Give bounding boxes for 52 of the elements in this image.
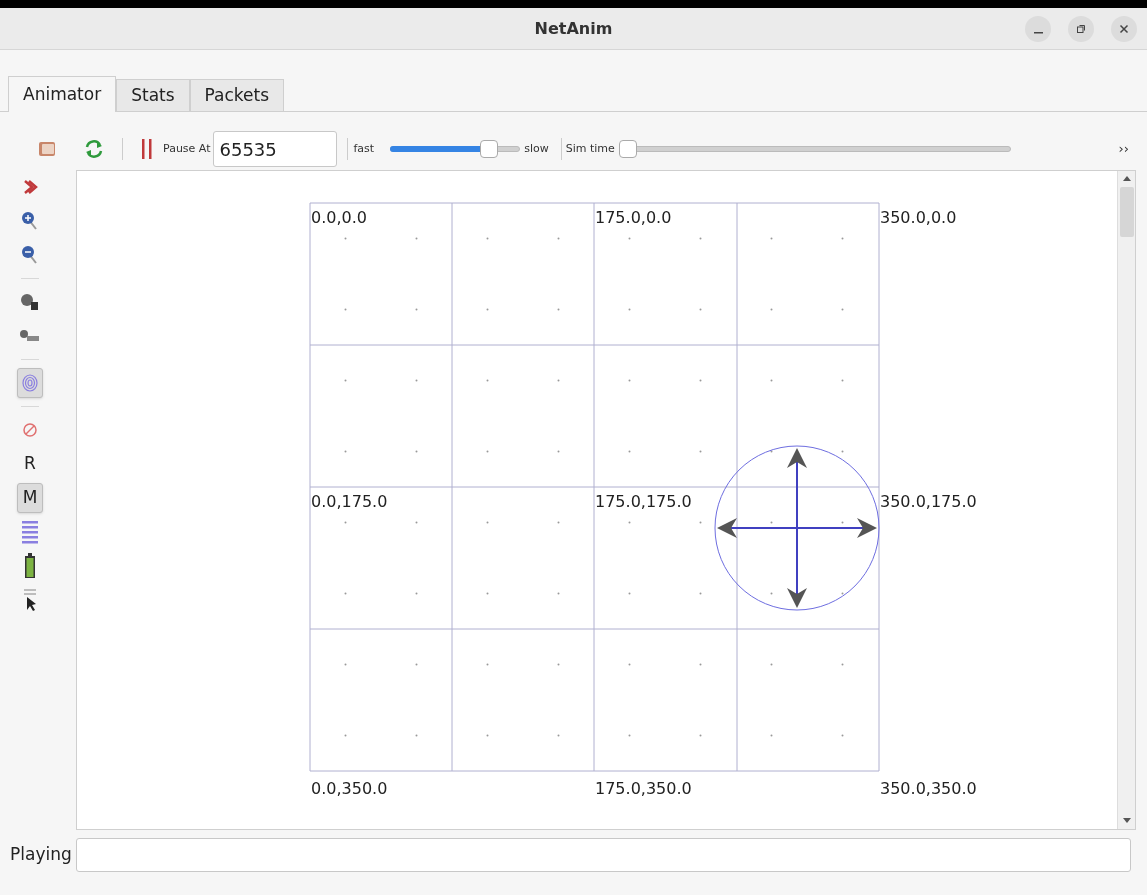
lines-icon (21, 520, 39, 544)
spiral-icon (21, 373, 39, 393)
slider-thumb[interactable] (618, 140, 637, 158)
letter-button[interactable]: M (17, 483, 43, 513)
sim-time-slider[interactable] (618, 138, 1011, 160)
close-button[interactable] (1111, 16, 1137, 42)
overflow-button[interactable]: ›› (1118, 139, 1129, 159)
scroll-up-icon[interactable] (1122, 176, 1131, 181)
restore-icon (1076, 24, 1086, 34)
zoom-in-icon (21, 211, 39, 231)
pause-icon[interactable] (141, 138, 153, 160)
coordinate-label: 0.0,0.0 (311, 208, 367, 227)
battery-icon (24, 553, 36, 579)
status-label: Playing (10, 843, 72, 867)
frame-icon[interactable] (38, 141, 56, 157)
coordinate-label: 350.0,350.0 (880, 779, 977, 798)
chevron-icon (22, 179, 38, 195)
cursor-icon (21, 588, 39, 612)
fast-label: fast (353, 140, 375, 157)
coordinate-label: 175.0,350.0 (595, 779, 692, 798)
scrollbar[interactable] (1117, 171, 1135, 829)
coordinate-label: 175.0,0.0 (595, 208, 672, 227)
tab[interactable]: Stats (116, 79, 190, 111)
coordinate-label: 0.0,350.0 (311, 779, 388, 798)
window-title: NetAnim (534, 17, 613, 40)
tab[interactable]: Packets (189, 79, 285, 111)
coordinate-label: 350.0,175.0 (880, 492, 977, 511)
scroll-down-icon[interactable] (1122, 818, 1131, 823)
pause-at-field[interactable]: 65535 (212, 131, 337, 167)
tab[interactable]: Animator (8, 76, 117, 112)
coordinate-label: 350.0,0.0 (880, 208, 957, 227)
node-drawing[interactable] (714, 445, 880, 611)
prohibited-icon (22, 422, 38, 438)
spiral-button[interactable] (17, 368, 43, 398)
refresh-icon[interactable] (84, 139, 104, 159)
minimize-icon (1033, 32, 1043, 34)
node-id-icon (20, 293, 40, 311)
minimize-button[interactable] (1025, 16, 1051, 42)
coordinate-label: 175.0,175.0 (595, 492, 692, 511)
ip-icon (19, 329, 41, 343)
slider-thumb[interactable] (479, 140, 498, 158)
coordinate-label: 0.0,175.0 (311, 492, 388, 511)
letter-button[interactable]: R (17, 449, 43, 479)
slow-label: slow (524, 140, 549, 157)
close-icon (1119, 24, 1129, 34)
sim-time-label: Sim time (565, 140, 615, 157)
maximize-button[interactable] (1068, 16, 1094, 42)
speed-slider[interactable] (390, 138, 521, 160)
pause-at-label: Pause At (163, 140, 211, 157)
zoom-out-icon (21, 245, 39, 265)
scrollbar-thumb[interactable] (1119, 187, 1134, 237)
status-field[interactable] (75, 838, 1131, 872)
